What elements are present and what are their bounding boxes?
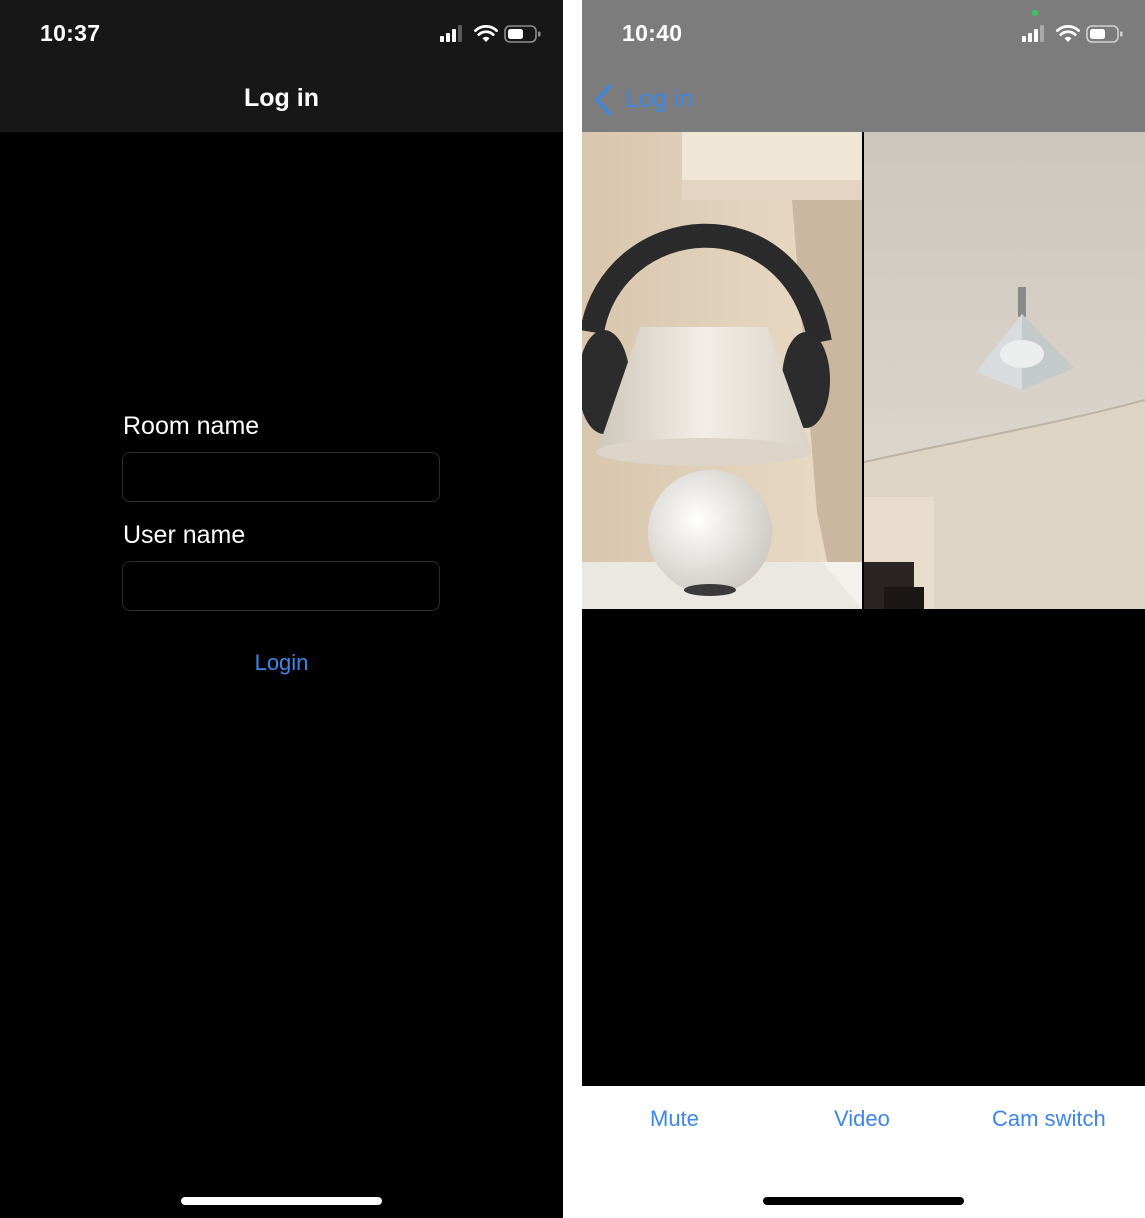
room-name-label: Room name: [123, 412, 260, 440]
cam-switch-button[interactable]: Cam switch: [992, 1106, 1106, 1132]
home-indicator[interactable]: [181, 1197, 382, 1205]
status-icons: [1022, 24, 1127, 44]
status-icons: [440, 24, 545, 44]
cellular-signal-icon: [1022, 25, 1044, 42]
header: 10:40 Log in: [582, 0, 1145, 132]
home-indicator[interactable]: [763, 1197, 964, 1205]
battery-icon: [1086, 25, 1123, 43]
cellular-signal-icon: [440, 25, 462, 42]
mute-button[interactable]: Mute: [650, 1106, 699, 1132]
wifi-icon: [1056, 25, 1080, 42]
wifi-icon: [474, 25, 498, 42]
call-screen: 10:40 Log in Mute Video Cam switch: [582, 0, 1145, 1218]
status-time: 10:37: [40, 20, 101, 46]
user-name-input[interactable]: [122, 561, 440, 611]
login-button[interactable]: Login: [0, 650, 563, 676]
camera-in-use-icon: [1032, 10, 1038, 16]
status-bar: 10:37: [0, 0, 563, 66]
user-name-label: User name: [123, 521, 246, 549]
status-bar: 10:40: [582, 0, 1145, 66]
battery-icon: [504, 25, 541, 43]
page-title: Log in: [244, 84, 319, 112]
chevron-left-icon: [595, 84, 612, 116]
status-time: 10:40: [622, 20, 683, 46]
back-button-label: Log in: [625, 85, 694, 113]
remote-video-feed[interactable]: [864, 132, 1145, 609]
ceiling-light-image: [864, 132, 1145, 609]
navigation-bar: Log in: [0, 66, 563, 132]
login-screen: 10:37 Log in Room name User name Login: [0, 0, 563, 1218]
video-area: [582, 132, 1145, 1086]
lamp-with-headphones-image: [582, 132, 862, 609]
room-name-input[interactable]: [122, 452, 440, 502]
video-button[interactable]: Video: [834, 1106, 890, 1132]
local-video-feed[interactable]: [582, 132, 862, 609]
